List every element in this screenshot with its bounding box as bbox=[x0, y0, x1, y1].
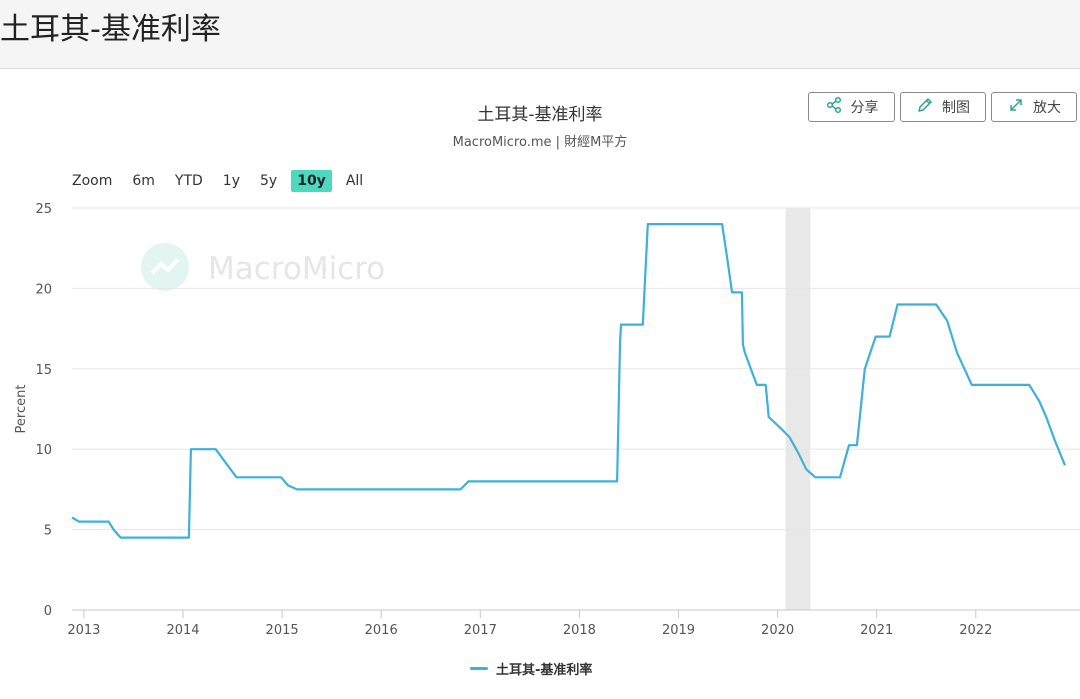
zoom-10y-button[interactable]: 10y bbox=[291, 170, 332, 192]
legend-label: 土耳其-基准利率 bbox=[496, 663, 593, 678]
shaded-period bbox=[785, 208, 811, 610]
zoom-label: Zoom bbox=[72, 173, 113, 189]
draw-label: 制图 bbox=[942, 100, 970, 116]
share-icon bbox=[825, 96, 843, 118]
legend-swatch bbox=[470, 667, 488, 670]
draw-button[interactable]: 制图 bbox=[900, 92, 986, 122]
y-tick-label: 0 bbox=[44, 604, 52, 619]
y-axis-title: Percent bbox=[14, 385, 29, 434]
y-tick-label: 20 bbox=[35, 282, 52, 297]
x-tick-label: 2015 bbox=[266, 623, 299, 638]
expand-icon bbox=[1007, 96, 1025, 118]
zoom-bar: Zoom 6m YTD 1y 5y 10y All bbox=[72, 170, 377, 192]
page-title: 土耳其-基准利率 bbox=[0, 12, 221, 47]
x-tick-label: 2017 bbox=[464, 623, 497, 638]
chart-panel: MacroMicro 0 5 10 15 20 25 Percent 2013 2014 2015 2… bbox=[0, 69, 1080, 699]
zoom-6m-button[interactable]: 6m bbox=[126, 170, 161, 192]
x-tick-label: 2021 bbox=[860, 623, 893, 638]
watermark-text: MacroMicro bbox=[208, 251, 385, 287]
y-tick-label: 5 bbox=[44, 524, 52, 539]
pencil-icon bbox=[916, 96, 934, 118]
x-tick-label: 2013 bbox=[67, 623, 100, 638]
y-tick-label: 15 bbox=[35, 363, 52, 378]
chart-subtitle: MacroMicro.me | 財經M平方 bbox=[452, 135, 628, 150]
chart-canvas: MacroMicro 0 5 10 15 20 25 Percent 2013 2014 2015 2… bbox=[14, 202, 1080, 638]
zoom-1y-button[interactable]: 1y bbox=[217, 170, 246, 192]
x-tick-label: 2022 bbox=[959, 623, 992, 638]
x-tick-label: 2019 bbox=[662, 623, 695, 638]
zoom-all-button[interactable]: All bbox=[340, 170, 369, 192]
enlarge-label: 放大 bbox=[1033, 100, 1061, 116]
y-tick-label: 10 bbox=[35, 443, 52, 458]
share-button[interactable]: 分享 bbox=[808, 92, 895, 122]
legend[interactable]: 土耳其-基准利率 bbox=[470, 659, 592, 678]
x-tick-label: 2018 bbox=[563, 623, 596, 638]
share-label: 分享 bbox=[850, 100, 879, 116]
page-header: 土耳其-基准利率 bbox=[0, 0, 1080, 69]
x-tick-label: 2020 bbox=[761, 623, 794, 638]
zoom-ytd-button[interactable]: YTD bbox=[169, 170, 209, 192]
zoom-5y-button[interactable]: 5y bbox=[254, 170, 283, 192]
x-tick-label: 2014 bbox=[166, 623, 199, 638]
y-tick-label: 25 bbox=[35, 202, 52, 217]
enlarge-button[interactable]: 放大 bbox=[991, 92, 1077, 122]
x-tick-label: 2016 bbox=[365, 623, 398, 638]
